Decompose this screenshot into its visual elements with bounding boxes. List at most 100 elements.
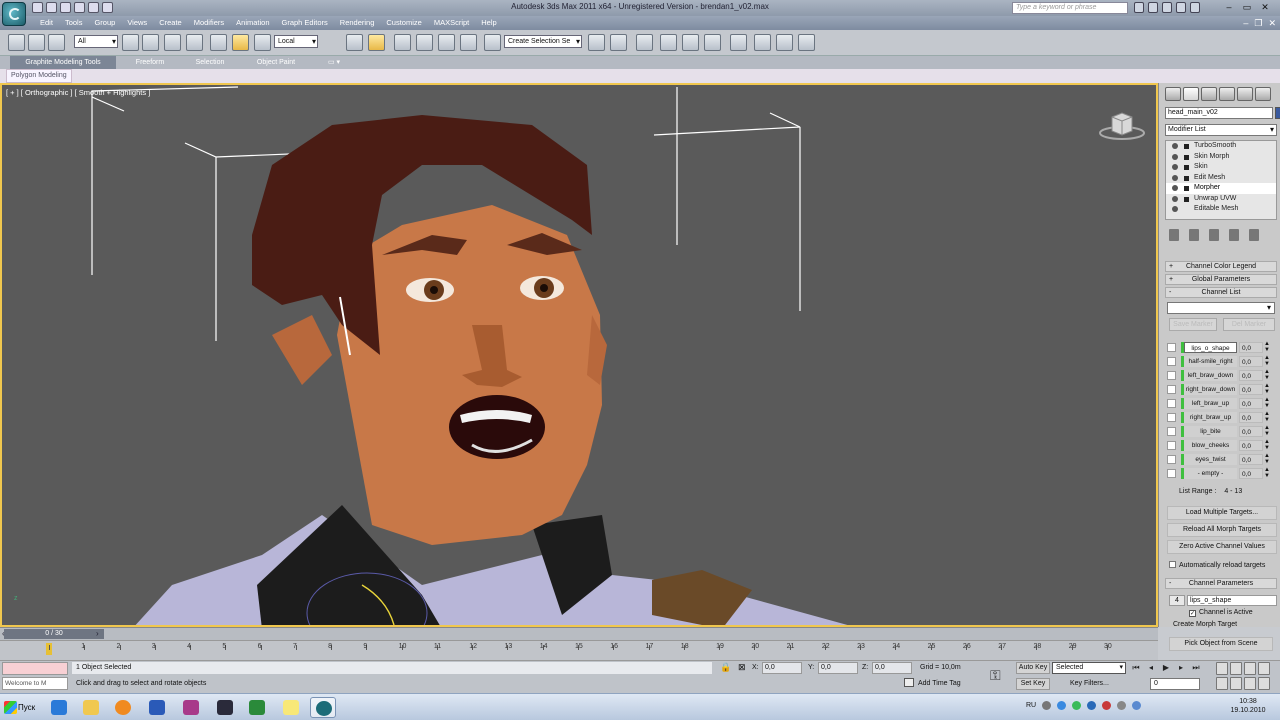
channel-marker-icon[interactable] [1167,469,1176,478]
channel-spinner-icon[interactable]: ▲ ▼ [1264,453,1270,465]
select-by-name-icon[interactable] [142,34,159,51]
channel-spinner-icon[interactable]: ▲ ▼ [1264,467,1270,479]
select-and-rotate-icon[interactable] [232,34,249,51]
channel-spinner-icon[interactable]: ▲ ▼ [1264,411,1270,423]
menu-maxscript[interactable]: MAXScript [428,16,475,30]
tray-network-icon[interactable] [1057,701,1067,710]
channel-value-field[interactable]: 0,0 [1239,384,1263,395]
menu-group[interactable]: Group [88,16,121,30]
pick-object-from-scene-button[interactable]: Pick Object from Scene [1169,637,1273,651]
set-key-button[interactable]: Set Key [1016,678,1050,690]
curve-editor-icon[interactable] [682,34,699,51]
tab-freeform[interactable]: Freeform [122,56,178,69]
channel-marker-icon[interactable] [1167,371,1176,380]
modifier-stack-item[interactable]: Morpher [1166,183,1276,194]
channel-marker-icon[interactable] [1167,385,1176,394]
channel-marker-icon[interactable] [1167,399,1176,408]
menu-create[interactable]: Create [153,16,188,30]
channel-spinner-icon[interactable]: ▲ ▼ [1264,383,1270,395]
channel-value-field[interactable]: 0,0 [1239,398,1263,409]
channel-name-button[interactable]: lips_o_shape [1184,342,1237,353]
set-key-icon[interactable]: ⚿ [990,667,1001,684]
tab-object-paint[interactable]: Object Paint [244,56,308,69]
reload-all-morph-targets-button[interactable]: Reload All Morph Targets [1167,523,1277,537]
percent-snap-icon[interactable] [438,34,455,51]
tray-volume-icon[interactable] [1117,701,1127,710]
system-clock[interactable]: 10:38 19.10.2010 [1222,697,1274,715]
key-filters-button[interactable]: Key Filters... [1070,678,1109,690]
tray-display-icon[interactable] [1132,701,1142,710]
favorites-star-icon[interactable] [1176,2,1186,13]
zoom-extents-icon[interactable] [1244,662,1256,675]
modifier-toggle-bulb-icon[interactable] [1172,164,1178,170]
taskbar-outlook[interactable] [144,697,170,718]
display-tab-icon[interactable] [1237,87,1253,101]
channel-name-field[interactable]: lips_o_shape [1187,595,1277,606]
load-multiple-targets-button[interactable]: Load Multiple Targets... [1167,506,1277,520]
angle-snap-icon[interactable] [416,34,433,51]
channel-name-button[interactable]: right_braw_up [1184,412,1237,423]
time-slider[interactable]: ‹ 0 / 30 › [0,627,1158,640]
channel-value-field[interactable]: 0,0 [1239,342,1263,353]
taskbar-screenrecorder[interactable] [212,697,238,718]
modifier-toggle-bulb-icon[interactable] [1172,185,1178,191]
menu-modifiers[interactable]: Modifiers [188,16,230,30]
minimize-button[interactable]: – [1222,1,1236,14]
named-selection-dropdown[interactable]: Create Selection Se [504,35,582,48]
channel-spinner-icon[interactable]: ▲ ▼ [1264,369,1270,381]
tray-skype-icon[interactable] [1072,701,1082,710]
taskbar-excel[interactable] [244,697,270,718]
maximize-viewport-icon[interactable] [1258,677,1270,690]
taskbar-media[interactable] [110,697,136,718]
menu-customize[interactable]: Customize [380,16,427,30]
x-coord-field[interactable]: 0,0 [762,662,802,674]
zoom-all-icon[interactable] [1230,662,1242,675]
binoculars-icon[interactable] [1134,2,1144,13]
render-production-icon[interactable] [798,34,815,51]
communication-icon[interactable] [1162,2,1172,13]
rollout-global-parameters[interactable]: + Global Parameters [1165,274,1277,285]
channel-value-field[interactable]: 0,0 [1239,412,1263,423]
use-pivot-center-icon[interactable] [346,34,363,51]
edit-named-selection-icon[interactable] [484,34,501,51]
object-name-field[interactable]: head_main_v02 [1165,107,1273,119]
window-crossing-icon[interactable] [186,34,203,51]
modify-tab-icon[interactable] [1183,87,1199,101]
panel-polygon-modeling[interactable]: Polygon Modeling [6,69,72,83]
close-button[interactable]: ✕ [1258,1,1272,14]
utilities-tab-icon[interactable] [1255,87,1271,101]
channel-marker-icon[interactable] [1167,441,1176,450]
menu-views[interactable]: Views [121,16,153,30]
selection-set-dropdown[interactable]: Selected [1052,662,1126,674]
expand-box-icon[interactable] [1184,165,1189,170]
channel-value-field[interactable]: 0,0 [1239,426,1263,437]
maxscript-prompt[interactable]: Welcome to M [2,677,68,690]
expand-box-icon[interactable] [1184,175,1189,181]
render-setup-icon[interactable] [754,34,771,51]
go-to-start-icon[interactable]: ⏮ [1130,662,1142,673]
material-editor-icon[interactable] [730,34,747,51]
channel-name-button[interactable]: blow_cheeks [1184,440,1237,451]
play-icon[interactable]: ▶ [1160,662,1172,673]
del-marker-button[interactable]: Del Marker [1223,318,1275,331]
modifier-stack-item[interactable]: Edit Mesh [1166,173,1276,184]
rollout-channel-color-legend[interactable]: + Channel Color Legend [1165,261,1277,272]
pan-view-icon[interactable] [1230,677,1242,690]
motion-tab-icon[interactable] [1219,87,1235,101]
schematic-view-icon[interactable] [704,34,721,51]
expand-box-icon[interactable] [1184,186,1189,191]
tray-update-icon[interactable] [1087,701,1097,710]
channel-value-field[interactable]: 0,0 [1239,468,1263,479]
select-object-icon[interactable] [122,34,139,51]
graphite-toggle-icon[interactable] [660,34,677,51]
modifier-toggle-bulb-icon[interactable] [1172,195,1178,202]
channel-value-field[interactable]: 0,0 [1239,440,1263,451]
doc-minimize-button[interactable]: – [1243,16,1248,30]
undo-icon[interactable] [74,2,85,13]
redo-icon[interactable] [88,2,99,13]
add-time-tag[interactable]: Add Time Tag [904,678,961,690]
taskbar-ie[interactable] [46,697,72,718]
rendered-frame-window-icon[interactable] [776,34,793,51]
viewport-label[interactable]: [ + ] [ Orthographic ] [ Smooth + Highli… [6,88,150,97]
channel-marker-icon[interactable] [1167,427,1176,436]
